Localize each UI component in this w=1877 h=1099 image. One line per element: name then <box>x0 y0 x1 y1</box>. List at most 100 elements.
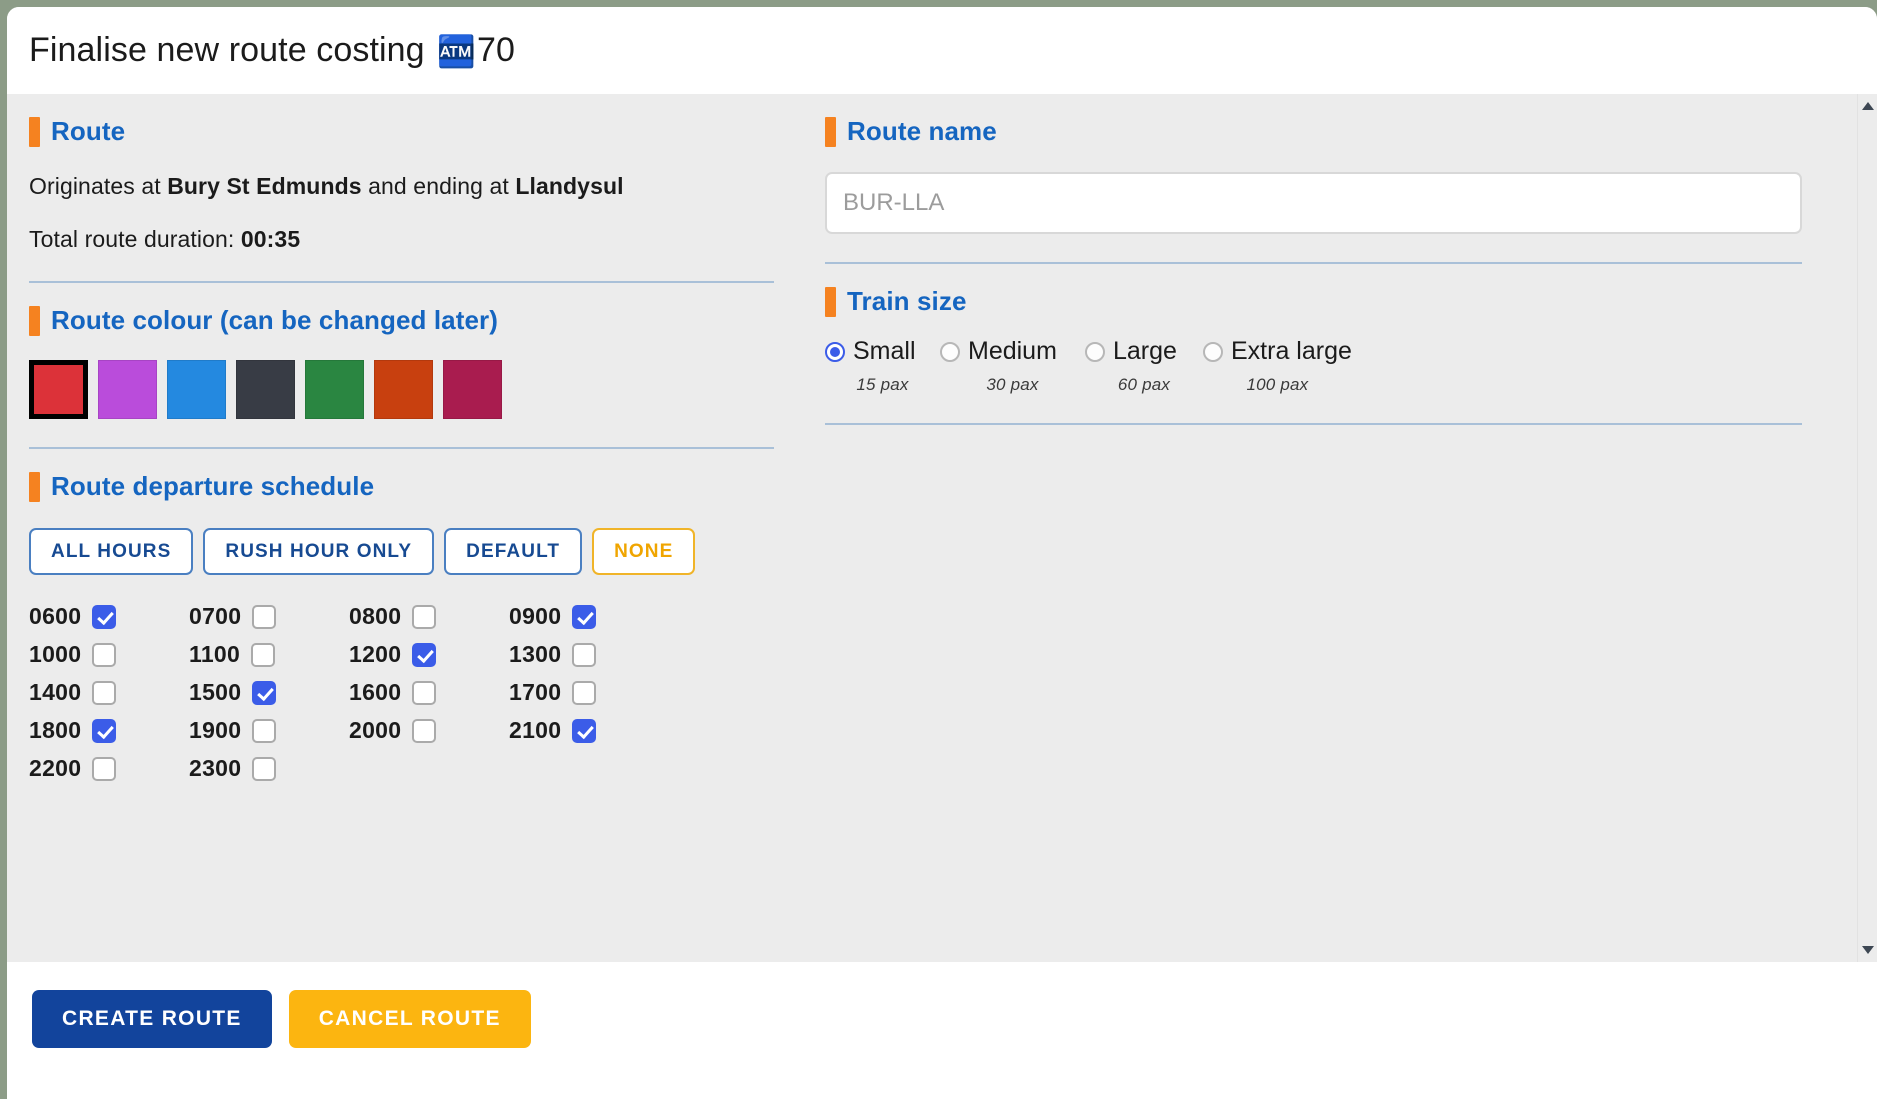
schedule-section-heading: Route departure schedule <box>29 471 774 502</box>
schedule-section-title: Route departure schedule <box>51 471 375 501</box>
departure-hours-grid: 0600 0700 0800 0900 1000 1100 1200 1300 1400 1500… <box>29 603 774 782</box>
section-accent-bar <box>29 305 40 336</box>
dialog-title-bar: Finalise new route costing 🏧70 <box>7 7 1877 94</box>
hour-checkbox-1900[interactable] <box>252 718 277 743</box>
scroll-down-arrow-icon[interactable] <box>1861 945 1875 955</box>
colour-swatch-red[interactable] <box>29 360 88 419</box>
hour-cell-1700: 1700 <box>509 679 669 706</box>
scroll-up-arrow-icon[interactable] <box>1861 101 1875 111</box>
route-name-input[interactable] <box>825 172 1802 234</box>
hour-checkbox-2300[interactable] <box>252 756 277 781</box>
origin-station: Bury St Edmunds <box>167 173 362 199</box>
hour-cell-2200: 2200 <box>29 755 189 782</box>
endpoints-middle: and ending at <box>361 173 516 199</box>
route-endpoints-text: Originates at Bury St Edmunds and ending… <box>29 173 774 200</box>
duration-label: Total route duration: <box>29 226 241 252</box>
hour-checkbox-0900[interactable] <box>572 604 597 629</box>
hour-cell-0600: 0600 <box>29 603 189 630</box>
hour-checkbox-1000[interactable] <box>92 642 117 667</box>
radio-button-large[interactable] <box>1085 341 1105 362</box>
train-size-section-title: Train size <box>847 286 967 316</box>
route-name-section-heading: Route name <box>825 116 1802 147</box>
hour-checkbox-1500[interactable] <box>252 680 277 705</box>
right-divider-2 <box>825 423 1802 425</box>
page-title-costing-label: costing <box>316 31 425 69</box>
hour-cell-1400: 1400 <box>29 679 189 706</box>
radio-button-small[interactable] <box>825 341 845 362</box>
hour-checkbox-1400[interactable] <box>92 680 117 705</box>
hour-checkbox-2200[interactable] <box>92 756 117 781</box>
schedule-preset-all-hours[interactable]: ALL HOURS <box>29 528 194 575</box>
hour-cell-1200: 1200 <box>349 641 509 668</box>
page-title-prefix: Finalise new route <box>29 31 307 69</box>
hour-label-0900: 0900 <box>509 603 562 629</box>
left-column: Route Originates at Bury St Edmunds and … <box>7 94 802 962</box>
train-size-option-small[interactable]: Small 15 pax <box>825 337 940 395</box>
route-name-section-title: Route name <box>847 116 997 146</box>
train-size-option-extra-large[interactable]: Extra large 100 pax <box>1203 337 1352 395</box>
colour-swatch-orange[interactable] <box>374 360 433 419</box>
hour-checkbox-0700[interactable] <box>252 604 277 629</box>
hour-checkbox-1600[interactable] <box>412 680 437 705</box>
hour-label-1000: 1000 <box>29 641 82 667</box>
hour-checkbox-2100[interactable] <box>572 718 597 743</box>
hour-checkbox-2000[interactable] <box>412 718 437 743</box>
dialog-scroll-body: Route Originates at Bury St Edmunds and … <box>7 94 1877 962</box>
radio-line: Medium <box>940 337 1085 366</box>
radio-label-large: Large <box>1113 337 1177 365</box>
radio-line: Small <box>825 337 940 366</box>
hour-checkbox-0600[interactable] <box>92 604 117 629</box>
section-accent-bar <box>29 471 40 502</box>
left-divider-1 <box>29 281 774 283</box>
right-column: Route name Train size Small 15 pax Medium 3… <box>802 94 1842 962</box>
radio-label-medium: Medium <box>968 337 1057 365</box>
colour-swatch-purple[interactable] <box>98 360 157 419</box>
hour-label-1900: 1900 <box>189 717 242 743</box>
finalise-route-dialog: Finalise new route costing 🏧70 Route Ori… <box>7 7 1877 1099</box>
train-size-capacity-extra-large: 100 pax <box>1246 375 1309 394</box>
colour-swatch-blue[interactable] <box>167 360 226 419</box>
schedule-preset-default[interactable]: DEFAULT <box>444 528 583 575</box>
origin-prefix: Originates at <box>29 173 168 199</box>
train-size-radio-group: Small 15 pax Medium 30 pax Large 60 pax Extra … <box>825 337 1802 395</box>
colour-section-title: Route colour (can be changed later) <box>51 305 499 335</box>
hour-label-2000: 2000 <box>349 717 402 743</box>
hour-checkbox-1200[interactable] <box>412 642 437 667</box>
colour-swatch-dark-slate[interactable] <box>236 360 295 419</box>
cancel-route-button[interactable]: CANCEL ROUTE <box>288 990 531 1048</box>
dialog-footer: CREATE ROUTE CANCEL ROUTE <box>7 962 1877 1099</box>
hour-checkbox-1700[interactable] <box>572 680 597 705</box>
radio-button-extra-large[interactable] <box>1203 341 1223 362</box>
duration-value: 00:35 <box>240 226 301 252</box>
create-route-button[interactable]: CREATE ROUTE <box>32 990 272 1048</box>
hour-label-0600: 0600 <box>29 603 82 629</box>
colour-swatch-green[interactable] <box>305 360 364 419</box>
hour-label-1300: 1300 <box>509 641 562 667</box>
hour-label-1100: 1100 <box>189 641 241 667</box>
left-divider-2 <box>29 447 774 449</box>
colour-section-heading: Route colour (can be changed later) <box>29 305 774 336</box>
radio-button-medium[interactable] <box>940 341 960 362</box>
section-accent-bar <box>29 116 40 147</box>
vertical-scrollbar[interactable] <box>1857 94 1877 962</box>
hour-cell-1500: 1500 <box>189 679 349 706</box>
hour-cell-2000: 2000 <box>349 717 509 744</box>
hour-label-1600: 1600 <box>349 679 402 705</box>
schedule-preset-none[interactable]: NONE <box>592 528 696 575</box>
train-size-option-medium[interactable]: Medium 30 pax <box>940 337 1085 395</box>
hour-label-2200: 2200 <box>29 755 82 781</box>
schedule-preset-rush-hour-only[interactable]: RUSH HOUR ONLY <box>203 528 435 575</box>
hour-checkbox-1800[interactable] <box>92 718 117 743</box>
radio-line: Large <box>1085 337 1203 366</box>
hour-cell-1300: 1300 <box>509 641 669 668</box>
radio-label-small: Small <box>853 337 916 365</box>
hour-checkbox-0800[interactable] <box>412 604 437 629</box>
hour-cell-0900: 0900 <box>509 603 669 630</box>
hour-cell-1100: 1100 <box>189 641 349 668</box>
colour-swatch-crimson[interactable] <box>443 360 502 419</box>
route-section-title: Route <box>51 116 126 146</box>
hour-checkbox-1300[interactable] <box>572 642 597 667</box>
hour-label-1500: 1500 <box>189 679 242 705</box>
hour-checkbox-1100[interactable] <box>251 642 276 667</box>
train-size-option-large[interactable]: Large 60 pax <box>1085 337 1203 395</box>
